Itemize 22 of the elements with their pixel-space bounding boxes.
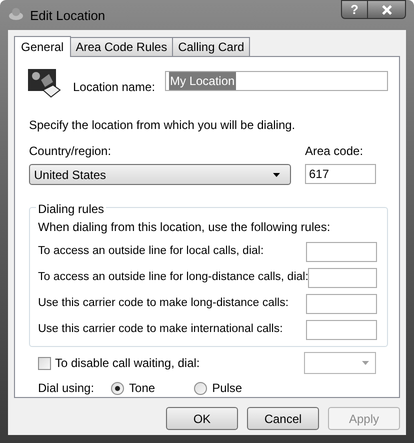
country-label: Country/region: — [29, 143, 112, 160]
rule-label: To access an outside line for long-distance calls, dial: — [38, 270, 308, 285]
tab[interactable]: Area Code Rules — [70, 37, 174, 56]
rule-label: Use this carrier code to make international calls: — [38, 322, 283, 337]
dialog-button[interactable]: Cancel — [247, 407, 319, 430]
tab[interactable]: Calling Card — [172, 37, 250, 56]
area-code-field[interactable]: 617 — [305, 164, 376, 184]
tab[interactable]: General — [14, 36, 71, 57]
rule-label: Use this carrier code to make long-distance calls: — [38, 296, 289, 311]
call-waiting-label: To disable call waiting, dial: — [55, 355, 200, 372]
rule-label: To access an outside line for local calls, dial: — [38, 244, 264, 259]
dial-using-label: Dial using: — [38, 380, 94, 397]
location-name-label: Location name: — [73, 79, 156, 96]
country-dropdown[interactable]: United States — [29, 164, 291, 185]
dialing-rules-intro: When dialing from this location, use the following rules: — [38, 219, 332, 236]
radio-button[interactable]: Pulse — [194, 379, 242, 397]
instruction-text: Specify the location from which you will be dialing. — [29, 117, 296, 134]
dialog-button[interactable]: OK — [166, 407, 238, 430]
location-name-field[interactable]: My Location — [165, 71, 388, 91]
window-title: Edit Location — [30, 7, 106, 25]
area-code-label: Area code: — [305, 143, 364, 160]
radio-button[interactable]: Tone — [111, 379, 156, 397]
